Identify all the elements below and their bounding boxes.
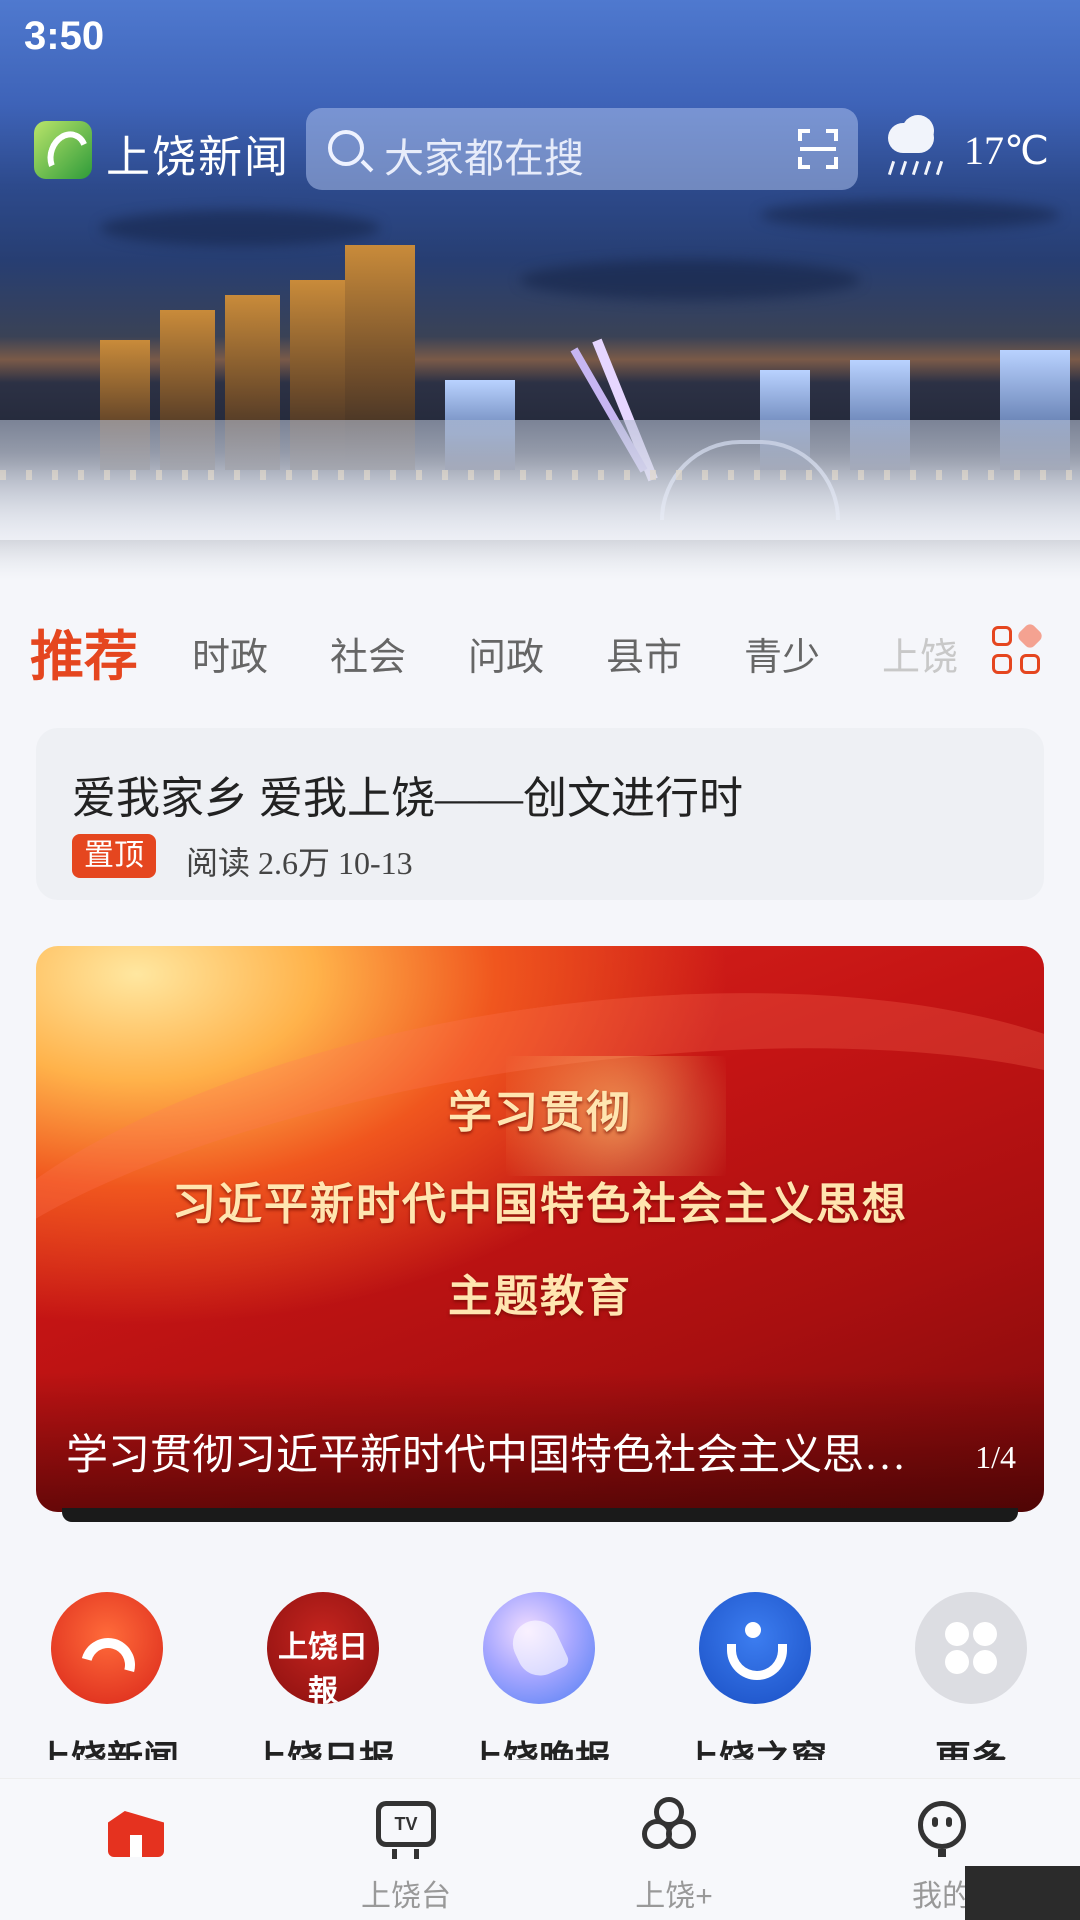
tab-youth[interactable]: 青少	[744, 626, 820, 681]
banner-heading-line1: 学习贯彻	[448, 1088, 632, 1137]
quick-link-label: 上饶日报	[250, 1739, 395, 1760]
shangrao-evening-logo-icon	[483, 1592, 595, 1704]
pinned-news-card[interactable]: 爱我家乡 爱我上饶——创文进行时 置顶 阅读 2.6万 10-13	[36, 728, 1044, 900]
search-icon	[328, 130, 364, 166]
quick-link-more[interactable]: 更多	[886, 1592, 1056, 1760]
hero-cityscape-background	[0, 0, 1080, 580]
home-icon	[104, 1797, 168, 1861]
quick-link-shangrao-news-net[interactable]: 上饶新闻网	[22, 1592, 192, 1760]
quick-links: 上饶新闻网 上饶日報 上饶日报 上饶晚报 上饶之窗 更多	[0, 1592, 1080, 1782]
shangrao-window-logo-icon	[699, 1592, 811, 1704]
nav-label: 上饶+	[635, 1880, 713, 1913]
river	[0, 420, 1080, 540]
channel-tabs: 推荐 时政 社会 问政 县市 青少 上饶	[0, 612, 1080, 687]
tab-inquiry[interactable]: 问政	[468, 626, 544, 681]
app-title: 上饶新闻	[106, 133, 290, 182]
banner-heading-line3: 主题教育	[448, 1272, 632, 1321]
weather-temperature[interactable]: 17℃	[964, 127, 1049, 174]
nav-home[interactable]	[46, 1797, 226, 1911]
nav-label	[46, 1871, 226, 1911]
system-overlay	[965, 1866, 1080, 1920]
pinned-badge: 置顶	[72, 834, 156, 878]
banner-pager: 1/4	[975, 1439, 1016, 1475]
three-circles-icon	[642, 1797, 706, 1861]
channel-grid-icon[interactable]	[992, 621, 1045, 676]
shangrao-daily-logo-icon: 上饶日報	[267, 1592, 379, 1704]
tab-society[interactable]: 社会	[330, 626, 406, 681]
top-bar: 上饶新闻 大家都在搜 17℃	[0, 105, 1080, 191]
quick-link-shangrao-daily[interactable]: 上饶日報 上饶日报	[238, 1592, 408, 1760]
tab-recommend[interactable]: 推荐	[30, 612, 138, 691]
nav-label: 上饶台	[361, 1880, 451, 1913]
search-placeholder: 大家都在搜	[384, 137, 584, 181]
profile-icon	[910, 1797, 974, 1861]
tab-shangrao[interactable]: 上饶	[882, 626, 958, 681]
quick-link-shangrao-evening[interactable]: 上饶晚报	[454, 1592, 624, 1760]
nav-shangrao-plus[interactable]: 上饶+	[584, 1797, 764, 1913]
quick-link-label: 上饶之窗	[682, 1739, 827, 1760]
rain-cloud-icon[interactable]	[880, 115, 950, 185]
tv-icon: TV	[374, 1797, 438, 1861]
search-bar[interactable]: 大家都在搜	[306, 108, 858, 190]
banner-caption: 学习贯彻习近平新时代中国特色社会主义思想主题教育	[66, 1433, 946, 1479]
status-time: 3:50	[24, 14, 105, 58]
quick-link-label: 上饶晚报	[466, 1739, 611, 1760]
shangrao-news-logo-icon	[51, 1592, 163, 1704]
bottom-navigation: TV 上饶台 上饶+ 我的	[0, 1778, 1080, 1920]
quick-link-label: 更多	[934, 1739, 1007, 1760]
scan-icon[interactable]	[798, 129, 838, 169]
quick-link-shangrao-window[interactable]: 上饶之窗	[670, 1592, 840, 1760]
quick-link-label: 上饶新闻网	[34, 1739, 179, 1760]
app-logo-icon	[34, 121, 92, 179]
carousel-banner[interactable]: 学习贯彻 习近平新时代中国特色社会主义思想 主题教育 学习贯彻习近平新时代中国特…	[36, 946, 1044, 1512]
tab-politics[interactable]: 时政	[192, 626, 268, 681]
pinned-title: 爱我家乡 爱我上饶——创文进行时	[72, 774, 743, 823]
banner-shadow	[62, 1508, 1018, 1522]
nav-shangrao-tv[interactable]: TV 上饶台	[316, 1797, 496, 1913]
pinned-meta: 阅读 2.6万 10-13	[186, 845, 413, 881]
more-grid-icon	[915, 1592, 1027, 1704]
banner-heading-line2: 习近平新时代中国特色社会主义思想	[172, 1180, 908, 1229]
tab-counties[interactable]: 县市	[606, 626, 682, 681]
